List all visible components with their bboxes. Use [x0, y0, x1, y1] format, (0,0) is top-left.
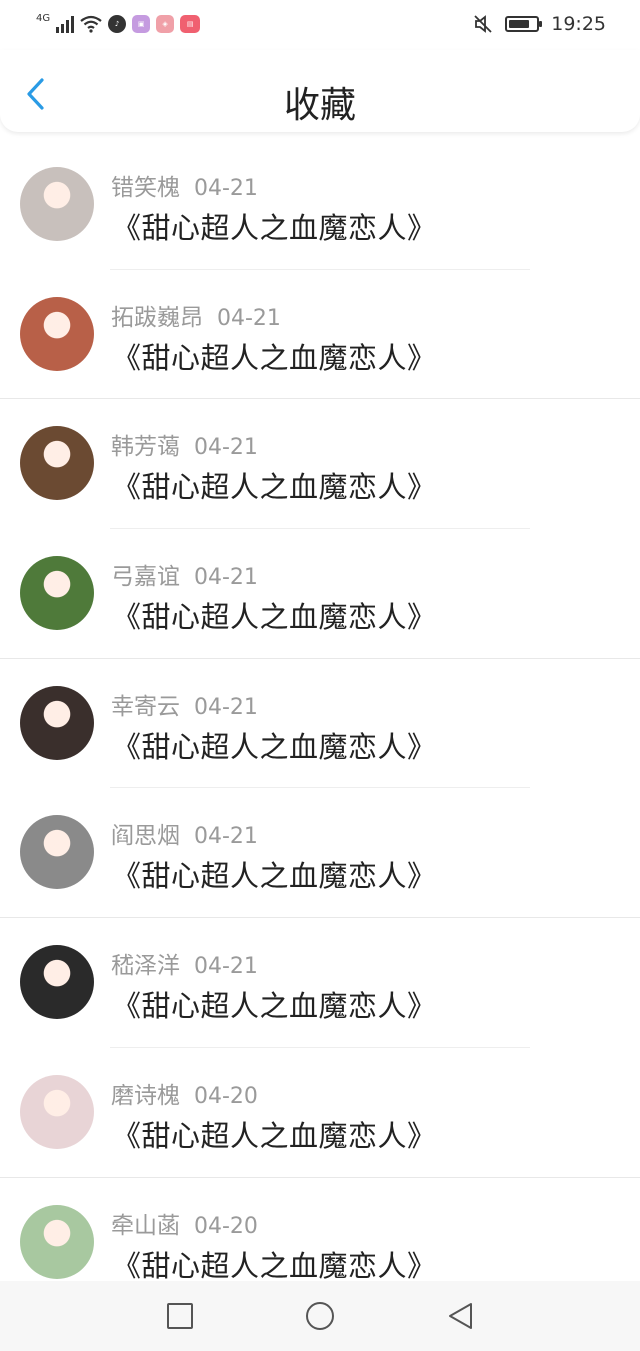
- book-title[interactable]: 《甜心超人之血魔恋人》: [112, 983, 437, 1025]
- item-meta: 磨诗槐 04-20: [111, 1076, 258, 1110]
- avatar[interactable]: [20, 685, 94, 760]
- status-right: 19:25: [473, 10, 606, 38]
- list-item[interactable]: 磨诗槐 04-20 《甜心超人之血魔恋人》: [0, 1048, 640, 1178]
- book-title[interactable]: 《甜心超人之血魔恋人》: [112, 335, 437, 377]
- list-item[interactable]: 韩芳蔼 04-21 《甜心超人之血魔恋人》: [0, 399, 640, 530]
- user-name: 错笑槐: [111, 175, 180, 201]
- list-item[interactable]: 弓嘉谊 04-21 《甜心超人之血魔恋人》: [0, 529, 640, 659]
- system-nav-bar: [0, 1281, 640, 1351]
- item-meta: 错笑槐 04-21: [111, 168, 258, 202]
- item-meta: 拓跋巍昂 04-21: [111, 298, 281, 332]
- user-name: 嵇泽洋: [111, 953, 180, 980]
- mute-icon: [474, 15, 492, 33]
- avatar[interactable]: [20, 556, 94, 631]
- app-header: 收藏: [0, 50, 640, 132]
- signal-icon: [56, 15, 75, 33]
- user-name: 韩芳蔼: [111, 434, 180, 461]
- list-item[interactable]: 牵山菡 04-20 《甜心超人之血魔恋人》: [0, 1178, 640, 1282]
- home-button[interactable]: [296, 1292, 344, 1340]
- item-date: 04-20: [194, 1083, 258, 1109]
- item-meta: 牵山菡 04-20: [111, 1206, 258, 1240]
- user-name: 拓跋巍昂: [111, 304, 203, 331]
- circle-icon: [306, 1302, 334, 1330]
- item-date: 04-21: [194, 694, 258, 720]
- red-app-icon: ▤: [180, 15, 201, 33]
- item-date: 04-21: [194, 435, 258, 461]
- avatar[interactable]: [20, 167, 94, 241]
- user-name: 幸寄云: [111, 693, 180, 720]
- user-name: 磨诗槐: [111, 1082, 180, 1109]
- user-name: 弓嘉谊: [111, 564, 180, 591]
- item-date: 04-21: [194, 565, 258, 591]
- item-meta: 阎思烟 04-21: [111, 816, 258, 850]
- item-date: 04-21: [194, 824, 258, 850]
- avatar[interactable]: [20, 296, 94, 371]
- triangle-back-icon: [449, 1303, 472, 1329]
- list-item[interactable]: 拓跋巍昂 04-21 《甜心超人之血魔恋人》: [0, 270, 640, 400]
- book-title[interactable]: 《甜心超人之血魔恋人》: [112, 724, 437, 766]
- purple-app-icon: ▣: [132, 15, 151, 33]
- book-title[interactable]: 《甜心超人之血魔恋人》: [112, 853, 437, 895]
- item-meta: 弓嘉谊 04-21: [111, 557, 258, 591]
- book-title[interactable]: 《甜心超人之血魔恋人》: [112, 1243, 437, 1282]
- page-title: 收藏: [283, 85, 356, 126]
- back-nav-button[interactable]: [436, 1292, 484, 1340]
- list-item[interactable]: 错笑槐 04-21 《甜心超人之血魔恋人》: [0, 140, 640, 270]
- avatar[interactable]: [20, 815, 94, 890]
- user-name: 牵山菡: [111, 1212, 180, 1239]
- book-title[interactable]: 《甜心超人之血魔恋人》: [112, 205, 437, 247]
- list-item[interactable]: 阎思烟 04-21 《甜心超人之血魔恋人》: [0, 788, 640, 919]
- tiktok-icon: ♪: [108, 15, 127, 33]
- status-bar: 4G ♪ ▣ ◈ ▤ 19:25: [0, 0, 640, 50]
- status-left: 4G ♪ ▣ ◈ ▤: [36, 12, 201, 36]
- pink-app-icon: ◈: [156, 15, 175, 33]
- user-name: 阎思烟: [111, 823, 180, 850]
- favorites-list[interactable]: 错笑槐 04-21 《甜心超人之血魔恋人》 拓跋巍昂 04-21 《甜心超人之血魔恋人》韩…: [0, 140, 640, 1281]
- item-meta: 韩芳蔼 04-21: [111, 427, 258, 461]
- book-title[interactable]: 《甜心超人之血魔恋人》: [112, 464, 437, 506]
- wifi-icon: [80, 15, 102, 33]
- network-type: 4G: [36, 12, 51, 24]
- book-title[interactable]: 《甜心超人之血魔恋人》: [112, 1113, 437, 1155]
- clock: 19:25: [551, 13, 606, 35]
- item-meta: 嵇泽洋 04-21: [111, 946, 258, 980]
- item-date: 04-20: [194, 1213, 258, 1239]
- item-date: 04-21: [217, 305, 281, 331]
- avatar[interactable]: [20, 1074, 94, 1149]
- book-title[interactable]: 《甜心超人之血魔恋人》: [112, 594, 437, 636]
- battery-level: [509, 20, 529, 28]
- recent-apps-button[interactable]: [156, 1292, 204, 1340]
- list-item[interactable]: 幸寄云 04-21 《甜心超人之血魔恋人》: [0, 659, 640, 789]
- item-date: 04-21: [194, 176, 258, 201]
- list-item[interactable]: 嵇泽洋 04-21 《甜心超人之血魔恋人》: [0, 918, 640, 1048]
- avatar[interactable]: [20, 945, 94, 1020]
- avatar[interactable]: [20, 426, 94, 501]
- avatar[interactable]: [20, 1204, 94, 1279]
- square-icon: [167, 1303, 193, 1329]
- item-meta: 幸寄云 04-21: [111, 687, 258, 721]
- battery-icon: [505, 16, 543, 32]
- item-date: 04-21: [194, 954, 258, 980]
